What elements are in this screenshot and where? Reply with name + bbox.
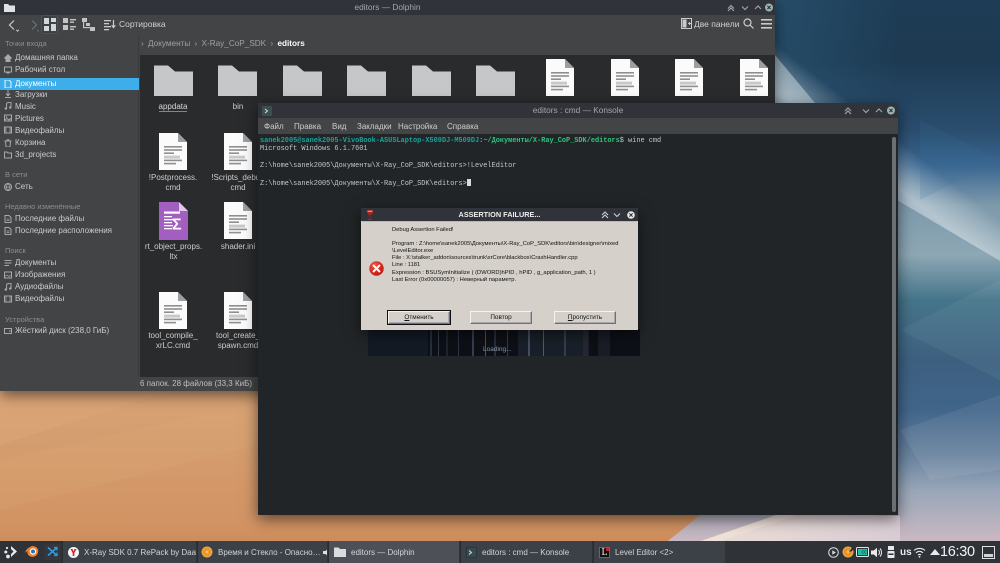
svg-text:Σ: Σ	[172, 217, 182, 234]
svg-text:Loading...: Loading...	[483, 346, 512, 353]
